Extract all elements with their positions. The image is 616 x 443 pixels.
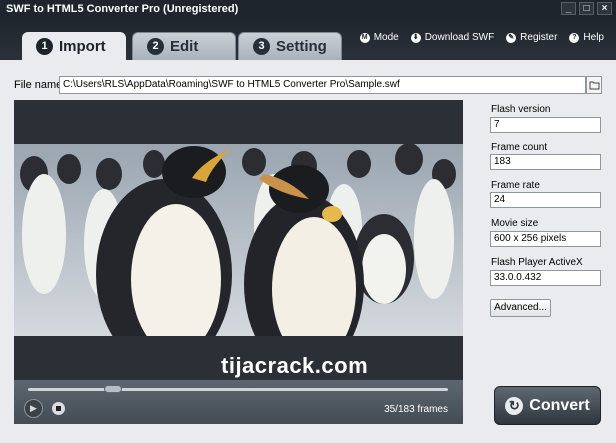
movie-size-field[interactable]: 600 x 256 pixels: [490, 231, 601, 247]
flash-version-label: Flash version: [491, 104, 551, 115]
help-label: Help: [583, 32, 604, 43]
frame-count-field[interactable]: 183: [490, 154, 601, 170]
header-bar: 1 Import 2 Edit 3 Setting M Mode ⬇ Downl…: [0, 18, 616, 60]
download-swf-link[interactable]: ⬇ Download SWF: [410, 32, 495, 43]
preview-frame: [14, 144, 463, 336]
movie-size-label: Movie size: [491, 218, 539, 229]
maximize-button[interactable]: □: [579, 2, 594, 15]
penguins-image: [14, 144, 463, 336]
mode-link[interactable]: M Mode: [359, 32, 399, 43]
tab-edit-label: Edit: [170, 38, 199, 55]
help-link[interactable]: ? Help: [569, 32, 604, 43]
tab-import-label: Import: [59, 37, 106, 55]
tab-setting[interactable]: 3 Setting: [238, 32, 342, 60]
title-bar: SWF to HTML5 Converter Pro (Unregistered…: [0, 0, 616, 18]
folder-open-icon: [589, 81, 599, 90]
activex-label: Flash Player ActiveX: [491, 257, 583, 268]
top-links: M Mode ⬇ Download SWF ✎ Register ? Help: [359, 32, 604, 43]
convert-label: Convert: [529, 396, 590, 414]
convert-button[interactable]: ↻ Convert: [494, 386, 601, 425]
flash-version-field[interactable]: 7: [490, 117, 601, 133]
advanced-button[interactable]: Advanced...: [490, 299, 551, 317]
file-name-label: File name: [14, 79, 63, 91]
convert-icon: ↻: [505, 396, 524, 415]
frame-counter: 35/183 frames: [384, 404, 448, 415]
minimize-button[interactable]: _: [561, 2, 576, 15]
player-controls: ▶ 35/183 frames: [14, 380, 463, 424]
play-button[interactable]: ▶: [24, 399, 43, 418]
preview-area: [14, 100, 463, 380]
close-button[interactable]: ×: [597, 2, 612, 15]
activex-field[interactable]: 33.0.0.432: [490, 270, 601, 286]
mode-label: Mode: [373, 32, 399, 43]
register-link[interactable]: ✎ Register: [506, 32, 557, 43]
file-path-field[interactable]: C:\Users\RLS\AppData\Roaming\SWF to HTML…: [59, 76, 586, 94]
register-icon: ✎: [506, 32, 517, 43]
frame-count-label: Frame count: [491, 142, 548, 153]
seek-slider-thumb[interactable]: [104, 385, 123, 393]
browse-button[interactable]: [586, 76, 602, 94]
step-1-icon: 1: [36, 37, 53, 55]
register-label: Register: [520, 32, 558, 43]
seek-track[interactable]: [28, 388, 448, 391]
step-3-icon: 3: [253, 38, 270, 55]
frame-rate-label: Frame rate: [491, 180, 540, 191]
window-title: SWF to HTML5 Converter Pro (Unregistered…: [6, 3, 239, 15]
step-2-icon: 2: [147, 38, 164, 55]
mode-icon: M: [359, 32, 370, 43]
tab-import[interactable]: 1 Import: [22, 32, 126, 60]
tab-edit[interactable]: 2 Edit: [132, 32, 236, 60]
download-icon: ⬇: [410, 32, 421, 43]
window-controls: _ □ ×: [561, 2, 612, 15]
watermark-text: tijacrack.com: [221, 353, 369, 378]
stop-button[interactable]: [52, 402, 65, 415]
download-swf-label: Download SWF: [424, 32, 495, 43]
help-icon: ?: [569, 32, 580, 43]
tab-setting-label: Setting: [276, 38, 327, 55]
frame-rate-field[interactable]: 24: [490, 192, 601, 208]
